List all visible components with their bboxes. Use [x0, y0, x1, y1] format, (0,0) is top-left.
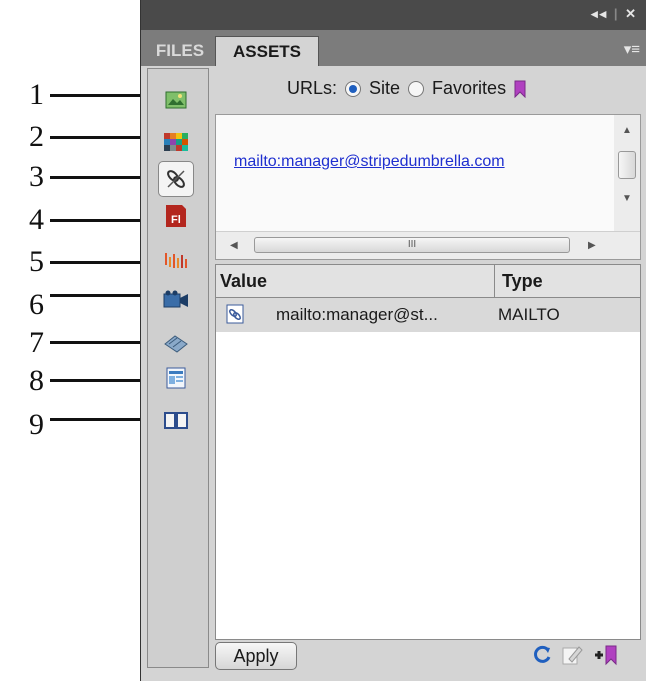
divider-icon: | [613, 6, 620, 21]
panel-title-bar: ◂◂ | ✕ [141, 0, 646, 30]
column-header-value[interactable]: Value [220, 271, 267, 292]
callout-number: 2 [29, 120, 44, 153]
callout-number: 9 [29, 408, 44, 441]
library-icon[interactable] [162, 407, 190, 433]
urls-filter: URLs: Site Favorites [287, 78, 526, 99]
urls-icon[interactable] [158, 161, 194, 197]
panel-footer: Apply [213, 642, 641, 676]
scroll-down-icon[interactable]: ▼ [622, 193, 632, 204]
scroll-right-icon[interactable]: ▶ [588, 240, 596, 251]
scroll-up-icon[interactable]: ▲ [622, 125, 632, 136]
scripts-icon[interactable] [162, 331, 190, 357]
callout-number: 8 [29, 364, 44, 397]
url-icon [226, 304, 244, 329]
panel-controls: ◂◂ | ✕ [591, 6, 638, 22]
assets-panel: ◂◂ | ✕ FILES ASSETS ▾≡ Fl URLs: Site Fav… [140, 0, 646, 681]
callout-number: 1 [29, 78, 44, 111]
movies-icon[interactable] [162, 287, 190, 313]
site-radio-label[interactable]: Site [369, 78, 400, 99]
templates-icon[interactable] [162, 365, 190, 391]
shockwave-icon[interactable] [162, 247, 190, 273]
assets-content: URLs: Site Favorites mailto:manager@stri… [213, 68, 641, 676]
add-to-favorites-icon[interactable] [593, 644, 617, 668]
edit-icon[interactable] [561, 644, 585, 668]
urls-label: URLs: [287, 78, 338, 98]
table-header: Value Type [215, 264, 641, 298]
close-icon[interactable]: ✕ [625, 6, 638, 21]
bookmark-icon [514, 80, 526, 98]
site-radio[interactable] [345, 80, 362, 97]
callout-number: 3 [29, 160, 44, 193]
flash-icon[interactable]: Fl [162, 203, 190, 229]
scroll-left-icon[interactable]: ◀ [230, 240, 238, 251]
callout-number: 4 [29, 203, 44, 236]
refresh-icon[interactable] [531, 644, 555, 668]
favorites-radio[interactable] [408, 80, 425, 97]
tab-row: FILES ASSETS ▾≡ [141, 30, 646, 66]
cell-type: MAILTO [498, 305, 560, 324]
panel-menu-icon[interactable]: ▾≡ [624, 40, 640, 58]
horizontal-scrollbar[interactable]: ◀ III ▶ [216, 231, 640, 259]
asset-preview: mailto:manager@stripedumbrella.com ▲ ▼ ◀… [215, 114, 641, 260]
assets-table: mailto:manager@st... MAILTO [215, 298, 641, 640]
tab-assets[interactable]: ASSETS [215, 36, 319, 66]
colors-icon[interactable] [162, 129, 190, 155]
category-bar: Fl [147, 68, 209, 668]
callout-number: 6 [29, 288, 44, 321]
callout-line [50, 176, 154, 179]
column-header-type[interactable]: Type [502, 271, 543, 292]
images-icon[interactable] [162, 87, 190, 113]
vertical-scroll-thumb[interactable] [618, 151, 636, 179]
favorites-radio-label[interactable]: Favorites [432, 78, 506, 99]
collapse-icon[interactable]: ◂◂ [591, 6, 608, 21]
horizontal-scroll-thumb[interactable]: III [254, 237, 570, 253]
apply-button[interactable]: Apply [215, 642, 297, 670]
callout-number: 5 [29, 245, 44, 278]
preview-link[interactable]: mailto:manager@stripedumbrella.com [234, 153, 505, 171]
column-divider [494, 265, 495, 297]
flash-glyph: Fl [171, 214, 181, 226]
tab-files[interactable]: FILES [147, 36, 213, 66]
callout-number: 7 [29, 326, 44, 359]
cell-value: mailto:manager@st... [276, 305, 438, 324]
table-row[interactable]: mailto:manager@st... MAILTO [216, 298, 640, 332]
vertical-scrollbar[interactable]: ▲ ▼ [614, 115, 640, 233]
